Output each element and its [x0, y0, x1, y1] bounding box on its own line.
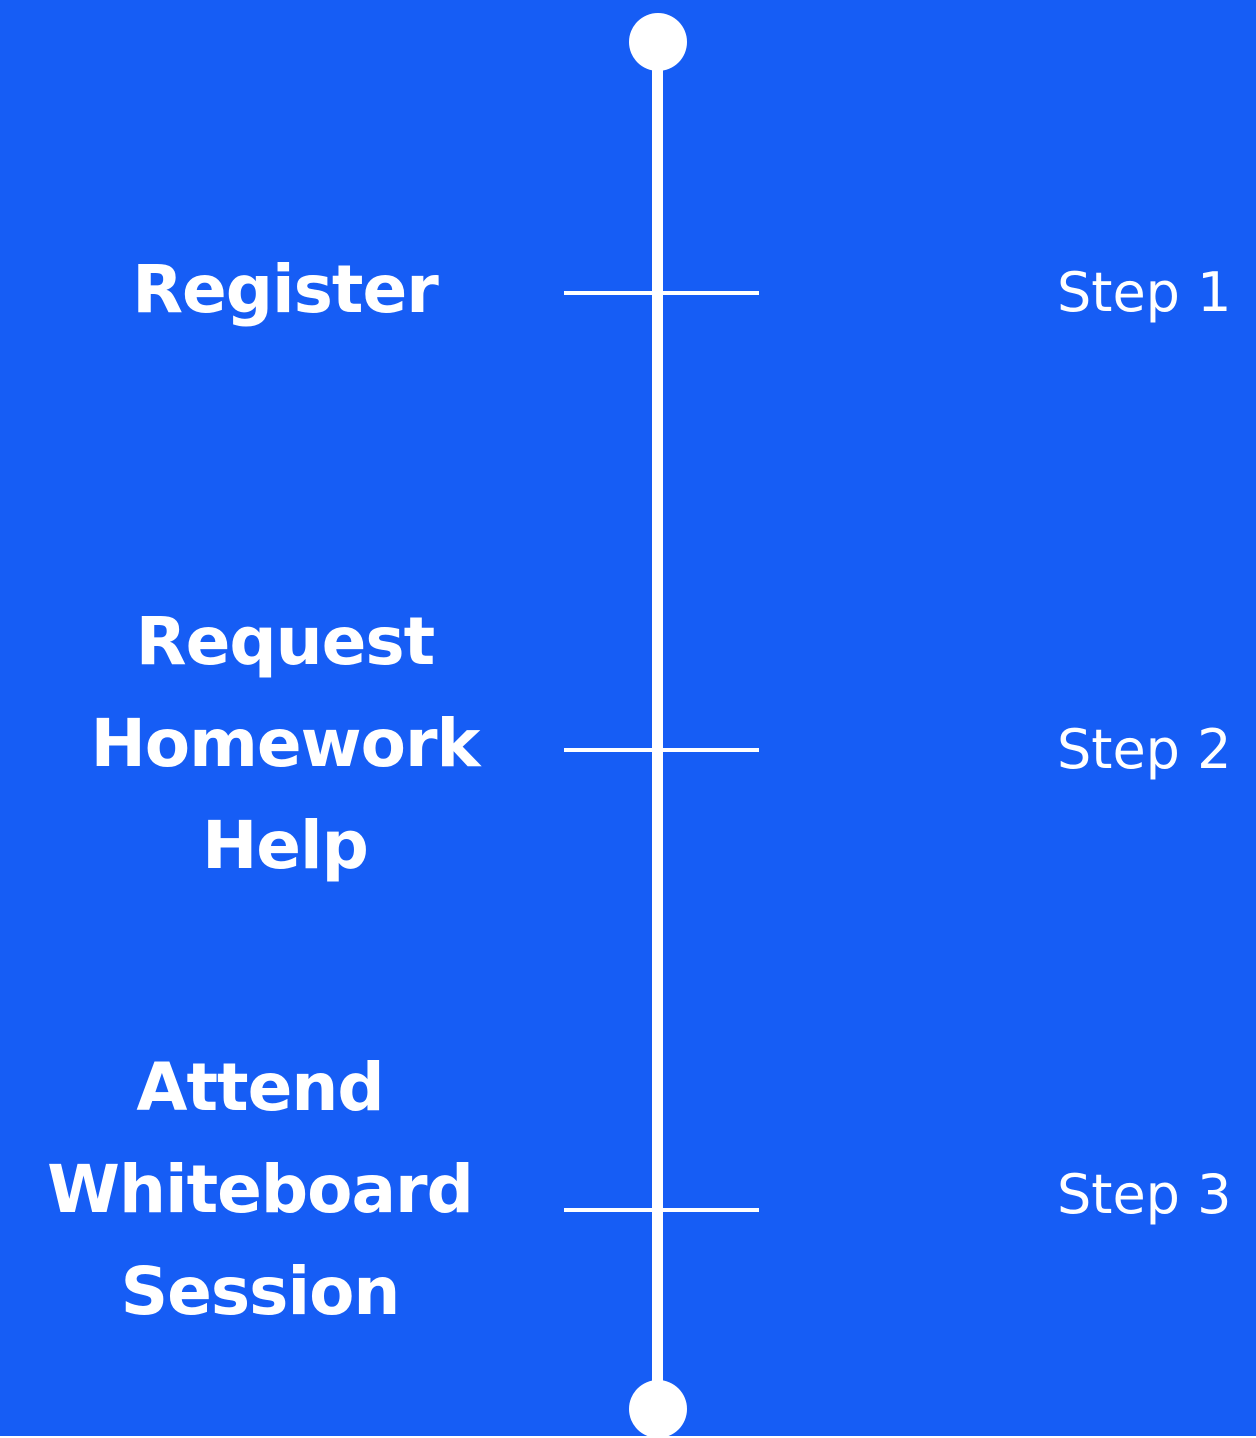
timeline-start-dot [629, 13, 687, 71]
timeline-canvas: Register Request Homework Help Attend Wh… [0, 0, 1256, 1438]
step-1-tick [564, 291, 759, 295]
step-2-label: Step 2 [1057, 718, 1232, 781]
step-1-title: Register [40, 239, 530, 341]
step-2-title-line: Homework [90, 705, 481, 782]
step-2-tick [564, 748, 759, 752]
step-3-title-line: Whiteboard [47, 1151, 474, 1228]
timeline-end-dot [629, 1380, 687, 1438]
step-3-title-line: Attend [136, 1049, 384, 1126]
step-2-title-line: Request [135, 603, 435, 680]
step-3-label: Step 3 [1057, 1163, 1232, 1226]
step-3-title: Attend Whiteboard Session [15, 1037, 505, 1343]
step-2-title: Request Homework Help [40, 591, 530, 897]
step-3-title-line: Session [120, 1253, 401, 1330]
step-2-title-line: Help [202, 807, 369, 884]
step-3-tick [564, 1208, 759, 1212]
step-1-label: Step 1 [1057, 261, 1232, 324]
step-1-title-line: Register [132, 251, 439, 328]
timeline-axis-line [652, 42, 663, 1408]
